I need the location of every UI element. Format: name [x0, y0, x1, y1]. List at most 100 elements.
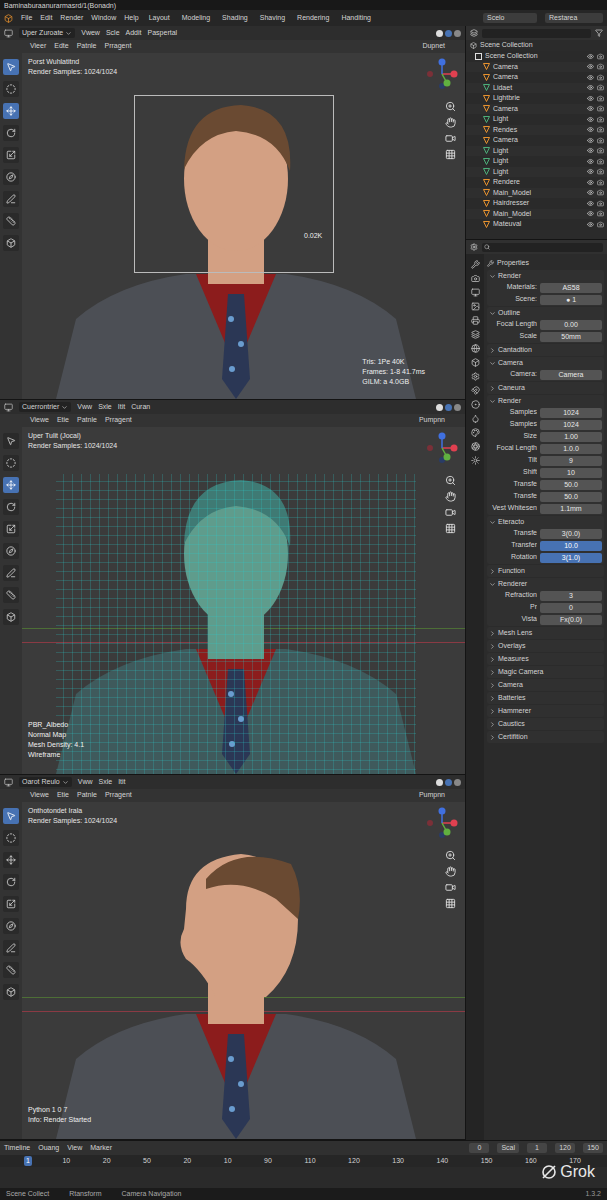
header-menu[interactable]: Itit — [118, 777, 125, 788]
shading-buttons[interactable] — [436, 779, 461, 786]
viewport[interactable]: Uper ZuroateVwewScleAdditPaspertalVieerE… — [0, 26, 465, 400]
outliner-row[interactable]: Mateuval — [466, 219, 607, 230]
frame-tick[interactable]: 120 — [346, 1156, 362, 1166]
property-field[interactable]: AS58 — [540, 283, 602, 293]
outliner-row[interactable]: Main_Model — [466, 188, 607, 199]
outliner-search[interactable] — [482, 29, 591, 38]
outliner-row[interactable]: Hairdresser — [466, 198, 607, 209]
workspace-tab[interactable]: Handiting — [339, 13, 373, 24]
property-field[interactable]: 0.00 — [540, 320, 602, 330]
visibility-icon[interactable] — [587, 189, 594, 196]
header-menu[interactable]: Itit — [118, 402, 125, 413]
property-field[interactable]: 1024 — [540, 408, 602, 418]
render-visibility-icon[interactable] — [597, 84, 604, 91]
header-menu[interactable]: Vww — [77, 402, 92, 413]
visibility-icon[interactable] — [587, 200, 594, 207]
tool-button[interactable] — [3, 918, 19, 934]
render-visibility-icon[interactable] — [597, 179, 604, 186]
tool-button[interactable] — [3, 59, 19, 75]
navigation-icon[interactable] — [445, 475, 456, 486]
property-field[interactable]: 0 — [540, 603, 602, 613]
properties-tab-icon[interactable] — [471, 400, 480, 409]
menu-item[interactable]: Render — [60, 13, 83, 24]
render-visibility-icon[interactable] — [597, 126, 604, 133]
header-menu[interactable]: Vieer — [30, 41, 46, 52]
menu-item[interactable]: Edit — [40, 13, 52, 24]
property-field[interactable]: Camera — [540, 370, 602, 380]
render-visibility-icon[interactable] — [597, 116, 604, 123]
shading-dropdown[interactable]: Dupnet — [422, 41, 445, 52]
outliner-icon[interactable] — [470, 29, 478, 37]
frame-tick[interactable]: 150 — [479, 1156, 495, 1166]
frame-tick[interactable]: 110 — [302, 1156, 317, 1166]
workspace-tab[interactable]: Shaving — [258, 13, 287, 24]
visibility-icon[interactable] — [587, 126, 594, 133]
visibility-icon[interactable] — [587, 116, 594, 123]
navigation-icon[interactable] — [445, 133, 456, 144]
property-field[interactable]: 50.0 — [540, 492, 602, 502]
tool-button[interactable] — [3, 125, 19, 141]
outliner-row[interactable]: Light — [466, 167, 607, 178]
properties-tab-icon[interactable] — [471, 330, 480, 339]
header-menu[interactable]: Vwew — [81, 28, 100, 39]
section-header[interactable]: Render — [487, 270, 604, 282]
frame-tick[interactable]: 160 — [523, 1156, 539, 1166]
frame-tick[interactable]: 130 — [390, 1156, 406, 1166]
tool-button[interactable] — [3, 213, 19, 229]
viewport-canvas[interactable]: Porst WuhlatitndRender Samples: 1024/102… — [22, 53, 465, 399]
property-field[interactable]: Fx(0.0) — [540, 615, 602, 625]
tool-button[interactable] — [3, 874, 19, 890]
property-field[interactable]: 10 — [540, 468, 602, 478]
properties-tab-icon[interactable] — [471, 358, 480, 367]
render-visibility-icon[interactable] — [597, 105, 604, 112]
visibility-icon[interactable] — [587, 63, 594, 70]
property-field[interactable]: 3(0.0) — [540, 529, 602, 539]
properties-tab-icon[interactable] — [471, 372, 480, 381]
render-visibility-icon[interactable] — [597, 147, 604, 154]
property-field[interactable]: 1.1mm — [540, 504, 602, 514]
frame-tick[interactable]: 10 — [222, 1156, 234, 1166]
timeline-field[interactable]: 150 — [583, 1143, 603, 1153]
tool-button[interactable] — [3, 147, 19, 163]
property-field[interactable]: 1.0.0 — [540, 444, 602, 454]
header-menu[interactable]: Viewe — [30, 415, 49, 426]
workspace-tab[interactable]: Layout — [147, 13, 172, 24]
tool-button[interactable] — [3, 896, 19, 912]
outliner-row[interactable]: Light — [466, 156, 607, 167]
render-visibility-icon[interactable] — [597, 210, 604, 217]
properties-tab-icon[interactable] — [471, 260, 480, 269]
timeline-field[interactable]: 0 — [469, 1143, 489, 1153]
timeline-field[interactable]: 1 — [527, 1143, 547, 1153]
section-header[interactable]: Measures — [487, 653, 604, 665]
section-header[interactable]: Certifition — [487, 731, 604, 743]
render-visibility-icon[interactable] — [597, 221, 604, 228]
shading-dropdown[interactable]: Pumpnn — [419, 790, 445, 801]
axis-gizmo-icon[interactable] — [425, 806, 459, 840]
header-menu[interactable]: Patnle — [77, 415, 97, 426]
outliner-row[interactable]: Camera — [466, 72, 607, 83]
header-menu[interactable]: Patnle — [77, 41, 97, 52]
timeline-field[interactable]: 120 — [555, 1143, 575, 1153]
navigation-icon[interactable] — [445, 491, 456, 502]
shading-buttons[interactable] — [436, 404, 461, 411]
property-field[interactable]: 1024 — [540, 420, 602, 430]
render-visibility-icon[interactable] — [597, 137, 604, 144]
navigation-icon[interactable] — [445, 850, 456, 861]
frame-tick[interactable]: 50 — [141, 1156, 153, 1166]
menu-item[interactable]: Window — [91, 13, 116, 24]
filter-icon[interactable] — [595, 29, 603, 37]
header-menu[interactable]: Sxle — [98, 402, 112, 413]
frame-tick[interactable]: 1 — [24, 1156, 32, 1166]
section-header[interactable]: Eteracto — [487, 516, 604, 528]
tool-button[interactable] — [3, 477, 19, 493]
tool-button[interactable] — [3, 521, 19, 537]
section-header[interactable]: Cantadtion — [487, 344, 604, 356]
tool-button[interactable] — [3, 609, 19, 625]
header-menu[interactable]: Patnle — [77, 790, 97, 801]
section-header[interactable]: Overlays — [487, 640, 604, 652]
frame-tick[interactable]: 20 — [101, 1156, 113, 1166]
visibility-icon[interactable] — [587, 210, 594, 217]
header-menu[interactable]: Addit — [126, 28, 142, 39]
tool-button[interactable] — [3, 81, 19, 97]
shading-buttons[interactable] — [436, 30, 461, 37]
